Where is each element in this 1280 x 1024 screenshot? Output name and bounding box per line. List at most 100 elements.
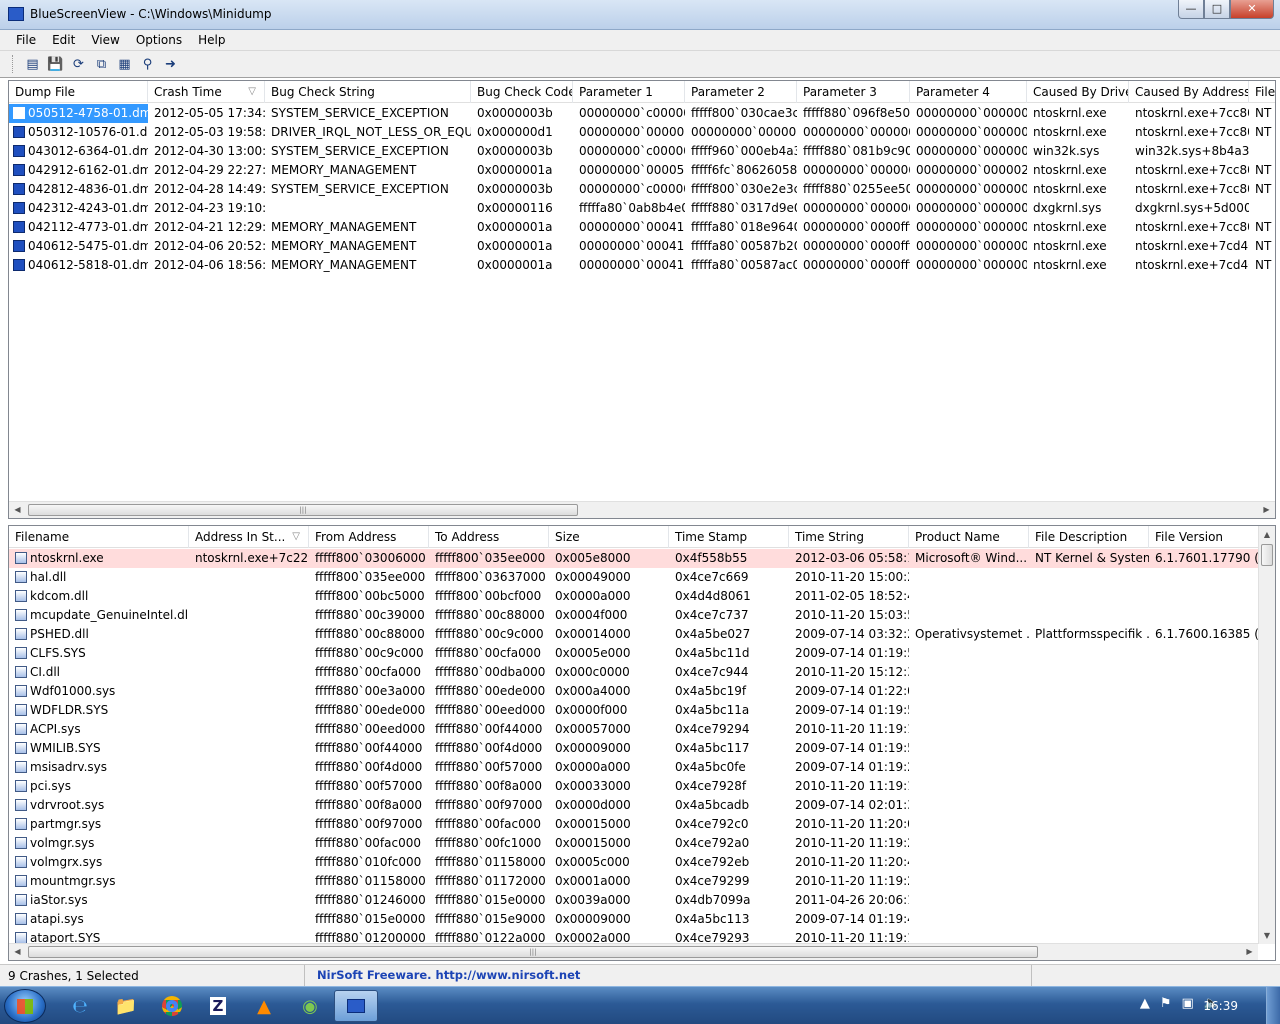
chrome-icon[interactable] — [150, 990, 194, 1022]
crash-row[interactable]: 043012-6364-01.dmp 2012-04-30 13:00:57 SYS… — [9, 142, 1275, 161]
module-row[interactable]: iaStor.sys fffff880`01246000 fffff880`015e… — [9, 891, 1275, 910]
module-column-header[interactable]: File Description — [1029, 526, 1149, 548]
vlc-icon[interactable]: ▲ — [242, 990, 286, 1022]
crash-column-header[interactable]: Crash Time ▽ — [148, 81, 265, 103]
show-desktop-button[interactable] — [1266, 987, 1280, 1024]
zune-icon[interactable]: Z — [196, 990, 240, 1022]
module-row[interactable]: hal.dll fffff800`035ee000 fffff800`0363700… — [9, 568, 1275, 587]
crash-column-header[interactable]: Parameter 2 — [685, 81, 797, 103]
menu-help[interactable]: Help — [190, 33, 233, 47]
crash-column-header[interactable]: Bug Check Code — [471, 81, 573, 103]
module-row[interactable]: CI.dll fffff880`00cfa000 fffff880`00dba000… — [9, 663, 1275, 682]
module-column-header[interactable]: File Version — [1149, 526, 1259, 548]
module-cell: fffff800`00bc5000 — [309, 587, 429, 606]
module-row[interactable]: atapi.sys fffff880`015e0000 fffff880`015e9… — [9, 910, 1275, 929]
nirsoft-link[interactable]: NirSoft Freeware. http://www.nirsoft.net — [304, 965, 1032, 987]
toolbar-grip[interactable] — [12, 55, 15, 73]
module-column-header[interactable]: Product Name — [909, 526, 1029, 548]
crash-column-header[interactable]: Parameter 3 — [797, 81, 910, 103]
crash-column-header[interactable]: File — [1249, 81, 1275, 103]
crash-row[interactable]: 042912-6162-01.dmp 2012-04-29 22:27:40 MEM… — [9, 161, 1275, 180]
module-row[interactable]: kdcom.dll fffff800`00bc5000 fffff800`00bcf… — [9, 587, 1275, 606]
module-row[interactable]: WMILIB.SYS fffff880`00f44000 fffff880`00f4… — [9, 739, 1275, 758]
module-column-header[interactable]: Time Stamp — [669, 526, 789, 548]
minimize-icon: — — [1185, 2, 1197, 15]
scroll-left-icon[interactable]: ◀ — [9, 502, 26, 518]
module-column-header[interactable]: To Address — [429, 526, 549, 548]
module-row[interactable]: ntoskrnl.exe ntoskrnl.exe+7c229 fffff800`0… — [9, 549, 1275, 568]
scroll-thumb[interactable] — [1261, 544, 1273, 566]
exit-icon[interactable]: ➜ — [161, 55, 180, 74]
crash-column-header[interactable]: Bug Check String — [265, 81, 471, 103]
network-icon[interactable]: ▣ — [1182, 996, 1194, 1011]
module-list-hscrollbar[interactable]: ◀ ||| ▶ — [9, 943, 1258, 960]
crash-row[interactable]: 050512-4758-01.dmp 2012-05-05 17:34:21 SYS… — [9, 104, 1275, 123]
crash-row[interactable]: 042812-4836-01.dmp 2012-04-28 14:49:35 SYS… — [9, 180, 1275, 199]
find-icon[interactable]: ⚲ — [138, 55, 157, 74]
menu-view[interactable]: View — [83, 33, 127, 47]
scroll-down-icon[interactable]: ▼ — [1259, 927, 1275, 944]
close-button[interactable]: ✕ — [1230, 0, 1274, 19]
module-column-header[interactable]: From Address — [309, 526, 429, 548]
scroll-right-icon[interactable]: ▶ — [1241, 944, 1258, 960]
module-column-header[interactable]: Filename — [9, 526, 189, 548]
report-icon[interactable]: ▦ — [115, 55, 134, 74]
scroll-thumb[interactable]: ||| — [28, 504, 578, 516]
scroll-thumb[interactable]: ||| — [28, 946, 1038, 958]
crash-row[interactable]: 040612-5475-01.dmp 2012-04-06 20:52:04 MEM… — [9, 237, 1275, 256]
chevron-up-icon[interactable]: ▲ — [1140, 996, 1150, 1011]
properties-icon[interactable]: ▤ — [23, 55, 42, 74]
copy-icon[interactable]: ⧉ — [92, 55, 111, 74]
crash-cell-text: 00000000`0000ffff — [803, 220, 910, 234]
crash-list-hscrollbar[interactable]: ◀ ||| ▶ — [9, 501, 1275, 518]
maximize-button[interactable]: □ — [1204, 0, 1230, 19]
crash-cell: ntoskrnl.exe — [1027, 237, 1129, 256]
bluescreenview-icon[interactable] — [334, 990, 378, 1022]
module-cell — [1029, 644, 1149, 663]
internet-explorer-icon[interactable]: ℮ — [58, 990, 102, 1022]
module-column-header[interactable]: Size — [549, 526, 669, 548]
menu-file[interactable]: File — [8, 33, 44, 47]
module-row[interactable]: ACPI.sys fffff880`00eed000 fffff880`00f440… — [9, 720, 1275, 739]
module-row[interactable]: mountmgr.sys fffff880`01158000 fffff880`01… — [9, 872, 1275, 891]
minimize-button[interactable]: — — [1178, 0, 1204, 19]
scroll-left-icon[interactable]: ◀ — [9, 944, 26, 960]
explorer-folder-icon[interactable]: 📁 — [104, 990, 148, 1022]
spotify-icon[interactable]: ◉ — [288, 990, 332, 1022]
module-row[interactable]: PSHED.dll fffff880`00c88000 fffff880`00c9c… — [9, 625, 1275, 644]
module-row[interactable]: mcupdate_GenuineIntel.dll fffff880`00c390… — [9, 606, 1275, 625]
module-column-header[interactable]: Address In St... ▽ — [189, 526, 309, 548]
module-file-icon — [15, 856, 27, 868]
scroll-right-icon[interactable]: ▶ — [1258, 502, 1275, 518]
clock[interactable]: 16:39 — [1203, 999, 1238, 1013]
crash-column-header[interactable]: Parameter 1 — [573, 81, 685, 103]
crash-row[interactable]: 042312-4243-01.dmp 2012-04-23 19:10:08 0x0… — [9, 199, 1275, 218]
refresh-icon[interactable]: ⟳ — [69, 55, 88, 74]
module-list-vscrollbar[interactable]: ▲ ▼ — [1258, 526, 1275, 944]
save-icon[interactable]: 💾 — [46, 55, 65, 74]
crash-row[interactable]: 042112-4773-01.dmp 2012-04-21 12:29:52 MEM… — [9, 218, 1275, 237]
scroll-up-icon[interactable]: ▲ — [1259, 526, 1275, 543]
module-row[interactable]: CLFS.SYS fffff880`00c9c000 fffff880`00cfa0… — [9, 644, 1275, 663]
menu-options[interactable]: Options — [128, 33, 190, 47]
module-row[interactable]: volmgrx.sys fffff880`010fc000 fffff880`011… — [9, 853, 1275, 872]
module-row[interactable]: pci.sys fffff880`00f57000 fffff880`00f8a00… — [9, 777, 1275, 796]
module-row[interactable]: WDFLDR.SYS fffff880`00ede000 fffff880`00ee… — [9, 701, 1275, 720]
crash-row[interactable]: 050312-10576-01.d... 2012-05-03 19:58:42 D… — [9, 123, 1275, 142]
flag-icon[interactable]: ⚑ — [1160, 996, 1172, 1011]
module-row[interactable]: msisadrv.sys fffff880`00f4d000 fffff880`00… — [9, 758, 1275, 777]
crash-cell-text: NT K — [1255, 182, 1275, 196]
crash-row[interactable]: 040612-5818-01.dmp 2012-04-06 18:56:43 MEM… — [9, 256, 1275, 275]
module-row[interactable]: partmgr.sys fffff880`00f97000 fffff880`00f… — [9, 815, 1275, 834]
module-row[interactable]: volmgr.sys fffff880`00fac000 fffff880`00fc… — [9, 834, 1275, 853]
module-row[interactable]: vdrvroot.sys fffff880`00f8a000 fffff880`00… — [9, 796, 1275, 815]
module-row[interactable]: Wdf01000.sys fffff880`00e3a000 fffff880`00… — [9, 682, 1275, 701]
module-column-header[interactable]: Time String — [789, 526, 909, 548]
menu-edit[interactable]: Edit — [44, 33, 83, 47]
crash-column-header[interactable]: Dump File — [9, 81, 148, 103]
crash-column-header[interactable]: Caused By Driver — [1027, 81, 1129, 103]
crash-column-header[interactable]: Parameter 4 — [910, 81, 1027, 103]
crash-column-header[interactable]: Caused By Address — [1129, 81, 1249, 103]
module-file-icon — [15, 685, 27, 697]
start-button[interactable] — [4, 989, 46, 1023]
